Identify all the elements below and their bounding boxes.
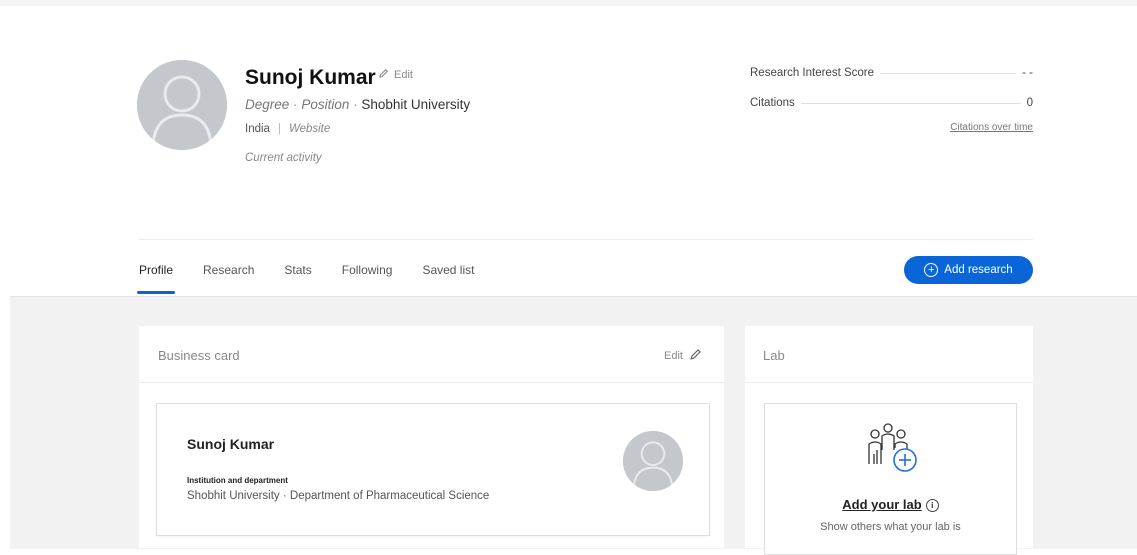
lab-title: Lab [763, 348, 785, 363]
separator: · [353, 97, 358, 112]
ris-label: Research Interest Score [750, 67, 875, 79]
user-silhouette-icon [623, 431, 683, 491]
add-lab-box: Add your lab i Show others what your lab … [764, 403, 1017, 555]
add-research-button[interactable]: + Add research [904, 256, 1033, 284]
tab-following[interactable]: Following [342, 256, 393, 294]
add-your-lab-link[interactable]: Add your lab i [765, 497, 1016, 513]
edit-label: Edit [664, 350, 683, 362]
current-activity[interactable]: Current activity [245, 152, 322, 164]
dotted-leader [800, 102, 1021, 104]
institution-value: Shobhit University · Department of Pharm… [187, 490, 490, 502]
position-placeholder[interactable]: Position [301, 97, 349, 112]
separator: · [293, 97, 298, 112]
top-bar-edge [0, 0, 1137, 6]
university-link[interactable]: Shobhit University [361, 97, 470, 112]
country: India [245, 123, 270, 135]
edit-business-card-button[interactable]: Edit [664, 348, 702, 364]
profile-affiliation: Degree · Position · Shobhit University [245, 97, 470, 112]
pencil-icon [689, 348, 702, 364]
lab-people-icon [861, 420, 921, 484]
citations-row: Citations 0 [750, 97, 1033, 109]
research-interest-score-row: Research Interest Score - - [750, 67, 1033, 79]
tab-research[interactable]: Research [203, 256, 254, 294]
divider: | [277, 123, 281, 135]
header-divider [139, 239, 1033, 240]
institution-label: Institution and department [187, 476, 288, 485]
profile-location-line: India | Website [245, 123, 330, 135]
lab-description: Show others what your lab is [820, 521, 961, 533]
website-placeholder[interactable]: Website [289, 123, 330, 135]
profile-tabs: Profile Research Stats Following Saved l… [136, 256, 504, 296]
dotted-leader [880, 72, 1017, 74]
business-card-avatar [623, 431, 683, 491]
add-lab-label: Add your lab [842, 497, 922, 512]
business-card: Sunoj Kumar Institution and department S… [156, 403, 710, 536]
ris-value: - - [1022, 67, 1033, 79]
business-card-title: Business card [158, 348, 240, 363]
tab-stats[interactable]: Stats [284, 256, 311, 294]
profile-avatar[interactable] [137, 60, 227, 150]
business-card-name: Sunoj Kumar [187, 436, 275, 452]
edit-profile-link[interactable]: Edit [378, 68, 413, 82]
citations-value: 0 [1026, 97, 1033, 109]
degree-placeholder[interactable]: Degree [245, 97, 289, 112]
plus-circle-icon: + [924, 263, 939, 277]
add-research-label: Add research [944, 264, 1013, 276]
profile-name: Sunoj Kumar [245, 66, 376, 89]
citations-label: Citations [750, 97, 795, 109]
pencil-icon [378, 68, 389, 82]
card-divider [745, 382, 1033, 383]
info-icon[interactable]: i [925, 499, 939, 513]
user-silhouette-icon [137, 60, 227, 150]
edit-label: Edit [394, 69, 413, 81]
tab-profile[interactable]: Profile [136, 256, 176, 294]
tab-saved-list[interactable]: Saved list [422, 256, 474, 294]
card-divider [139, 382, 724, 383]
citations-over-time-link[interactable]: Citations over time [950, 122, 1033, 133]
